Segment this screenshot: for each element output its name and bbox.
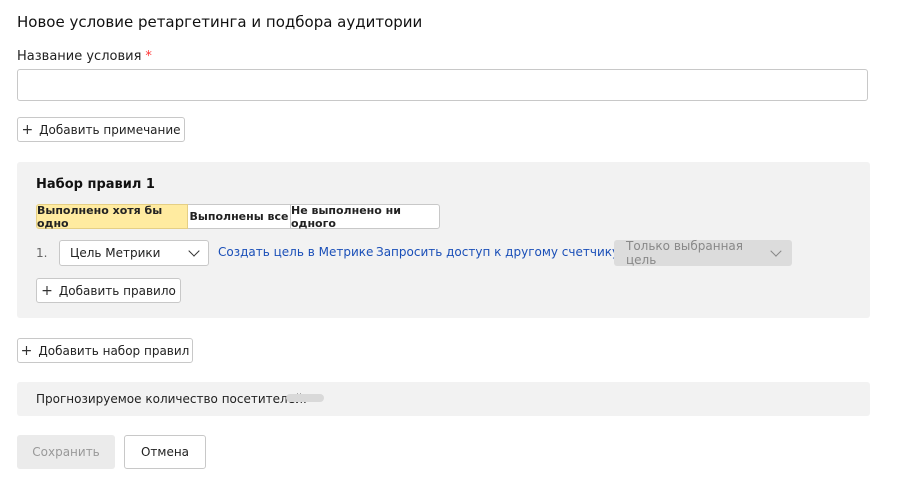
condition-name-input[interactable] — [17, 69, 868, 101]
plus-icon: + — [20, 342, 33, 359]
mode-any-button[interactable]: Выполнено хотя бы одно — [36, 204, 188, 230]
rule-set-title: Набор правил 1 — [36, 177, 155, 192]
required-mark: * — [145, 49, 152, 64]
add-rule-button[interactable]: + Добавить правило — [36, 278, 181, 303]
add-rule-set-label: Добавить набор правил — [38, 343, 190, 358]
forecast-loading-placeholder — [286, 394, 324, 402]
request-access-link[interactable]: Запросить доступ к другому счетчику — [376, 245, 619, 259]
mode-none-button[interactable]: Не выполнено ни одного — [290, 204, 440, 230]
rule-type-value: Цель Метрики — [70, 246, 161, 260]
goal-scope-select: Только выбранная цель — [614, 239, 792, 267]
condition-name-label-text: Название условия — [17, 49, 142, 64]
plus-icon: + — [41, 282, 53, 299]
rule-type-select[interactable]: Цель Метрики — [59, 240, 209, 266]
goal-scope-value: Только выбранная цель — [626, 239, 743, 267]
page-title: Новое условие ретаргетинга и подбора ауд… — [17, 13, 423, 31]
rule-number: 1. — [36, 246, 48, 260]
add-note-label: Добавить примечание — [39, 122, 181, 137]
add-note-button[interactable]: + Добавить примечание — [17, 117, 185, 142]
create-goal-link[interactable]: Создать цель в Метрике — [218, 245, 373, 259]
add-rule-set-button[interactable]: + Добавить набор правил — [17, 338, 193, 363]
condition-name-label: Название условия * — [17, 49, 152, 64]
cancel-button[interactable]: Отмена — [124, 435, 206, 469]
mode-all-button[interactable]: Выполнены все — [187, 204, 291, 229]
rule-mode-selector: Выполнено хотя бы одно Выполнены все Не … — [36, 204, 440, 230]
forecast-label: Прогнозируемое количество посетителей: — [36, 392, 307, 406]
save-button[interactable]: Сохранить — [17, 435, 115, 469]
add-rule-label: Добавить правило — [58, 283, 176, 298]
plus-icon: + — [21, 121, 34, 138]
chevron-down-icon — [188, 245, 200, 257]
